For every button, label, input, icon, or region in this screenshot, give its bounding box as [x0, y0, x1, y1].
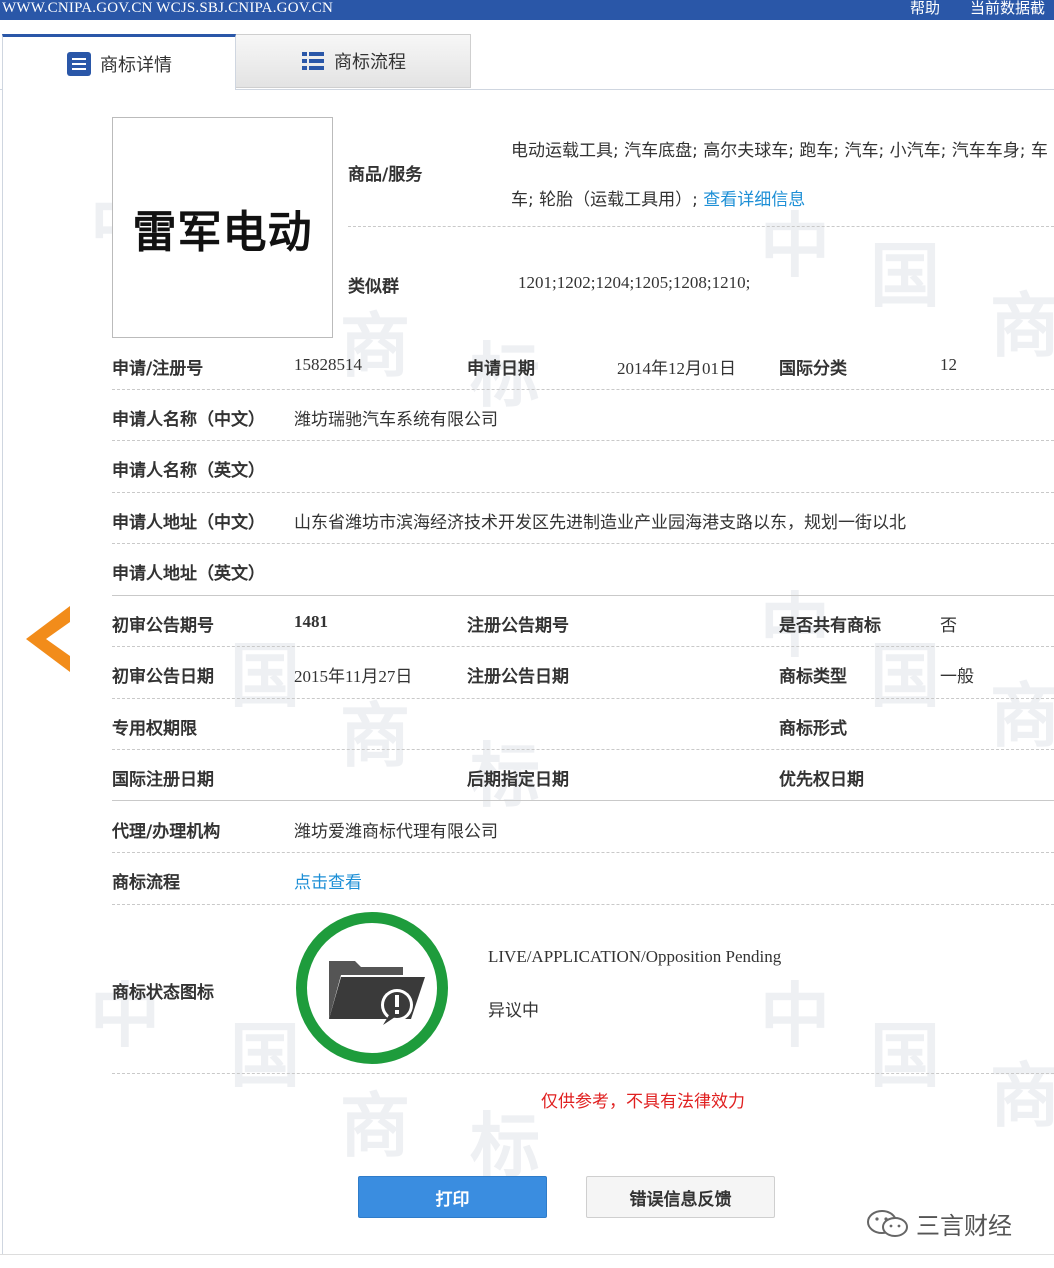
list-icon	[302, 52, 324, 70]
agent-value: 潍坊爱潍商标代理有限公司	[294, 822, 498, 842]
divider	[112, 698, 1054, 699]
goods-value-line1: 电动运载工具; 汽车底盘; 高尔夫球车; 跑车; 汽车; 小汽车; 汽车车身; …	[511, 141, 1048, 161]
reg-date-label: 注册公告日期	[467, 667, 569, 687]
print-button[interactable]: 打印	[358, 1176, 547, 1218]
apply-date-value: 2014年12月01日	[617, 359, 736, 378]
tm-type-label: 商标类型	[779, 667, 847, 687]
divider	[348, 226, 1054, 227]
address-cn-value: 山东省潍坊市滨海经济技术开发区先进制造业产业园海港支路以东，规划一街以北	[294, 513, 906, 533]
prelim-date-label: 初审公告日期	[112, 667, 214, 687]
applicant-cn-label: 申请人名称（中文）	[112, 410, 265, 430]
intl-reg-date-label: 国际注册日期	[112, 770, 214, 790]
priority-date-label: 优先权日期	[779, 770, 864, 790]
divider	[112, 646, 1054, 647]
reg-no-value: 15828514	[294, 355, 362, 374]
shared-label: 是否共有商标	[779, 616, 881, 636]
agent-label: 代理/办理机构	[112, 822, 221, 842]
divider	[112, 800, 1054, 801]
error-feedback-button[interactable]: 错误信息反馈	[586, 1176, 775, 1218]
tab-bar: 商标详情 商标流程	[0, 34, 1054, 90]
help-link[interactable]: 帮助	[910, 0, 940, 16]
apply-date-label: 申请日期	[467, 359, 535, 379]
status-label: 商标状态图标	[112, 983, 214, 1003]
tab-trademark-process[interactable]: 商标流程	[235, 34, 471, 88]
prelim-issue-value: 1481	[294, 612, 328, 631]
account-watermark: 三言财经	[866, 1206, 1012, 1241]
status-en: LIVE/APPLICATION/Opposition Pending	[488, 947, 782, 966]
divider	[112, 1073, 1054, 1074]
divider	[112, 595, 1054, 596]
account-name: 三言财经	[916, 1212, 1012, 1240]
divider	[112, 904, 1054, 905]
status-cn: 异议中	[488, 1001, 539, 1021]
legal-notice: 仅供参考，不具有法律效力	[541, 1092, 745, 1112]
view-detail-link[interactable]: 查看详细信息	[703, 190, 805, 210]
status-icon-ring	[296, 912, 448, 1064]
tab-label: 商标详情	[100, 54, 172, 76]
current-data-link[interactable]: 当前数据截	[970, 0, 1045, 16]
divider	[112, 492, 1054, 493]
applicant-cn-value: 潍坊瑞驰汽车系统有限公司	[294, 410, 498, 430]
tab-label: 商标流程	[334, 52, 406, 73]
similar-group-label: 类似群	[348, 277, 399, 297]
reg-issue-label: 注册公告期号	[467, 616, 569, 636]
list-doc-icon	[67, 51, 91, 76]
process-label: 商标流程	[112, 873, 180, 893]
exclusive-period-label: 专用权期限	[112, 719, 197, 739]
divider	[112, 440, 1054, 441]
prelim-date-value: 2015年11月27日	[294, 667, 413, 686]
trademark-logo-text: 雷军电动	[132, 206, 313, 258]
address-cn-label: 申请人地址（中文）	[112, 513, 265, 533]
back-arrow-icon[interactable]	[26, 606, 70, 672]
tm-type-value: 一般	[940, 667, 974, 687]
site-url: WWW.CNIPA.GOV.CN WCJS.SBJ.CNIPA.GOV.CN	[2, 0, 334, 16]
folder-alert-icon	[329, 961, 425, 1025]
divider	[112, 389, 1054, 390]
similar-group-value: 1201;1202;1204;1205;1208;1210;	[518, 273, 751, 292]
trademark-image: 雷军电动	[112, 117, 333, 338]
goods-value-line2: 车; 轮胎（运载工具用）; 查看详细信息	[511, 185, 805, 210]
reg-no-label: 申请/注册号	[112, 359, 204, 379]
intl-class-label: 国际分类	[779, 359, 847, 379]
tab-trademark-detail[interactable]: 商标详情	[2, 34, 236, 90]
divider	[112, 749, 1054, 750]
divider	[112, 852, 1054, 853]
bottom-border	[0, 1254, 1054, 1255]
wechat-icon	[867, 1209, 908, 1237]
divider	[112, 543, 1054, 544]
goods-label: 商品/服务	[348, 165, 423, 185]
top-bar: WWW.CNIPA.GOV.CN WCJS.SBJ.CNIPA.GOV.CN 帮…	[0, 0, 1054, 20]
applicant-en-label: 申请人名称（英文）	[112, 461, 265, 481]
address-en-label: 申请人地址（英文）	[112, 564, 265, 584]
process-view-link[interactable]: 点击查看	[294, 868, 362, 893]
intl-class-value: 12	[940, 355, 957, 374]
shared-value: 否	[940, 616, 957, 636]
goods-text: 车; 轮胎（运载工具用）;	[511, 190, 698, 210]
later-date-label: 后期指定日期	[467, 770, 569, 790]
tm-form-label: 商标形式	[779, 719, 847, 739]
prelim-issue-label: 初审公告期号	[112, 616, 214, 636]
